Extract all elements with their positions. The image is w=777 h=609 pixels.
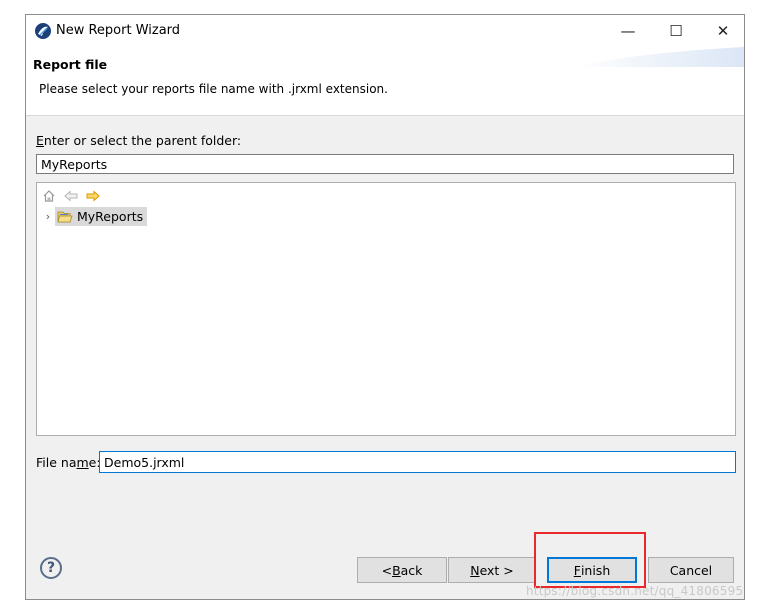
- tree-item-myreports[interactable]: MyReports: [55, 207, 148, 226]
- maximize-button[interactable]: ☐: [653, 15, 699, 47]
- wizard-header: Report file Please select your reports f…: [26, 47, 744, 116]
- watermark-text: https://blog.csdn.net/qq_41806595: [526, 584, 744, 598]
- parent-folder-label: Enter or select the parent folder:: [36, 133, 242, 148]
- dialog-window: New Report Wizard — ☐ ✕ Report file Plea…: [25, 14, 745, 600]
- page-title: Report file: [33, 57, 108, 72]
- tree-item-label: MyReports: [77, 209, 144, 224]
- minimize-icon: —: [620, 22, 636, 40]
- eclipse-app-icon: [35, 23, 51, 39]
- folder-tree[interactable]: › MyReports: [36, 182, 736, 436]
- title-bar: New Report Wizard — ☐ ✕: [26, 15, 744, 47]
- next-button[interactable]: Next >: [448, 557, 536, 583]
- back-arrow-icon[interactable]: [63, 188, 79, 204]
- minimize-button[interactable]: —: [605, 15, 651, 47]
- open-folder-icon: [57, 211, 73, 222]
- close-button[interactable]: ✕: [700, 15, 746, 47]
- finish-button[interactable]: Finish: [547, 557, 637, 583]
- close-icon: ✕: [716, 22, 730, 40]
- home-icon[interactable]: [41, 188, 57, 204]
- back-button[interactable]: < Back: [357, 557, 447, 583]
- file-name-input[interactable]: [99, 451, 736, 473]
- help-icon: ?: [46, 560, 56, 576]
- cancel-button[interactable]: Cancel: [648, 557, 734, 583]
- forward-arrow-icon[interactable]: [85, 188, 101, 204]
- tree-toolbar: [41, 187, 101, 205]
- page-description: Please select your reports file name wit…: [39, 82, 388, 96]
- tree-row[interactable]: › MyReports: [41, 207, 148, 226]
- file-name-label: File name:: [36, 455, 101, 470]
- window-title: New Report Wizard: [56, 23, 181, 38]
- help-button[interactable]: ?: [40, 557, 62, 579]
- parent-folder-input[interactable]: [36, 154, 734, 174]
- chevron-right-icon[interactable]: ›: [41, 210, 55, 223]
- banner-graphic: [574, 47, 744, 67]
- maximize-icon: ☐: [669, 22, 683, 40]
